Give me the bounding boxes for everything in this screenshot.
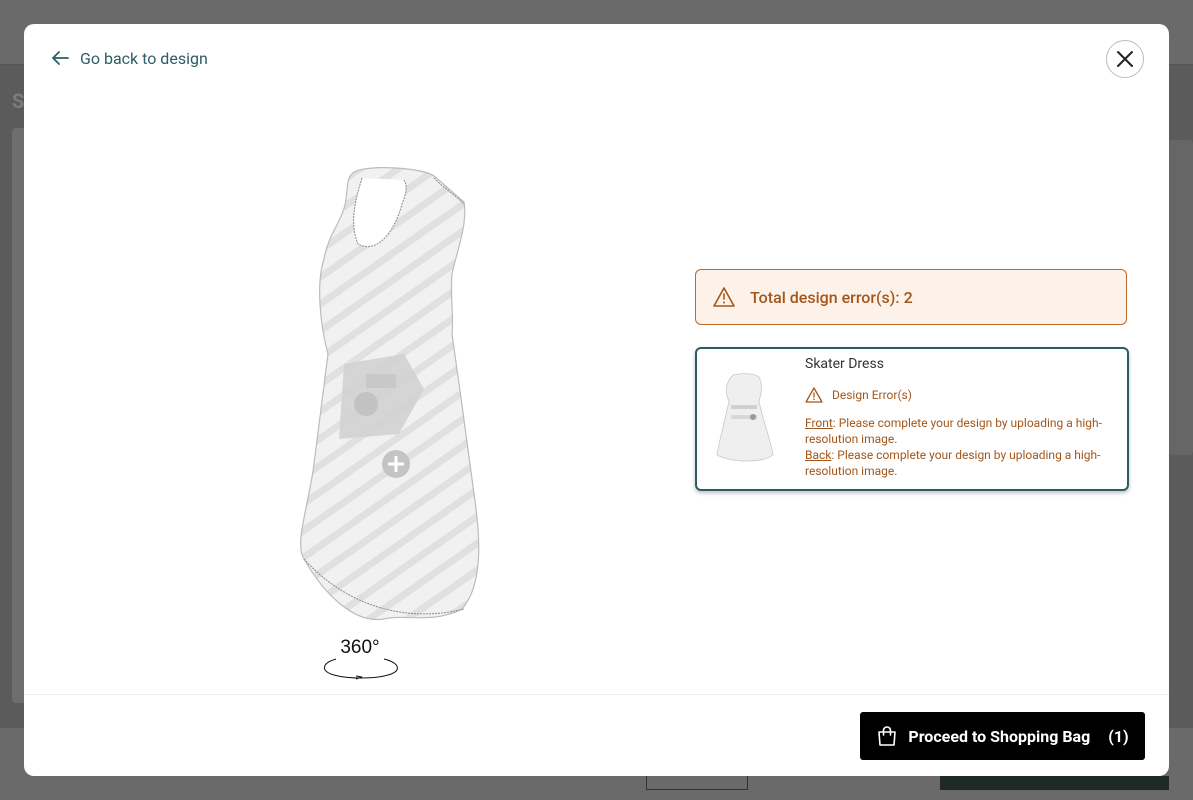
design-error-messages: Front: Please complete your design by up… xyxy=(805,415,1115,479)
error-message-front: Front: Please complete your design by up… xyxy=(805,415,1115,431)
error-side-front-link[interactable]: Front xyxy=(805,416,833,430)
background-heading: S xyxy=(12,89,25,113)
design-review-modal: Go back to design 360° Total design erro… xyxy=(24,24,1169,776)
warning-triangle-icon xyxy=(805,387,823,403)
product-thumbnail xyxy=(716,373,774,462)
product-3d-preview[interactable] xyxy=(284,164,484,624)
footer-divider xyxy=(24,694,1169,695)
design-error-summary: Total design error(s): 2 xyxy=(695,269,1127,325)
error-message-front-text: : Please complete your design by uploadi… xyxy=(832,416,1102,430)
rotate-360-icon xyxy=(324,658,398,680)
background-stepper xyxy=(646,775,748,790)
shopping-bag-icon xyxy=(878,726,897,746)
error-message-front-cont: resolution image. xyxy=(805,432,898,446)
error-side-back-link[interactable]: Back xyxy=(805,448,831,462)
error-message-back-cont: resolution image. xyxy=(805,464,898,478)
background-button xyxy=(940,776,1169,790)
background-side-panel xyxy=(1169,140,1193,455)
close-icon xyxy=(1117,51,1133,67)
error-message-back: Back: Please complete your design by upl… xyxy=(805,447,1115,463)
error-message-back-text: : Please complete your design by uploadi… xyxy=(831,448,1101,462)
design-error-heading-label: Design Error(s) xyxy=(832,388,912,402)
product-error-card[interactable]: Skater Dress Design Error(s) Front: Plea… xyxy=(695,347,1129,491)
error-summary-text: Total design error(s): 2 xyxy=(750,287,913,307)
product-title: Skater Dress xyxy=(805,356,884,372)
close-button[interactable] xyxy=(1106,40,1144,78)
go-back-label: Go back to design xyxy=(80,48,208,68)
arrow-left-icon xyxy=(52,51,69,65)
design-error-heading: Design Error(s) xyxy=(805,387,912,403)
go-back-to-design-link[interactable]: Go back to design xyxy=(50,48,208,68)
warning-triangle-icon xyxy=(713,287,735,307)
rotate-360-control[interactable]: 360° xyxy=(318,637,402,680)
proceed-to-shopping-bag-button[interactable]: Proceed to Shopping Bag (1) xyxy=(860,712,1145,760)
proceed-label: Proceed to Shopping Bag xyxy=(908,726,1091,746)
shopping-bag-count: (1) xyxy=(1108,726,1129,746)
